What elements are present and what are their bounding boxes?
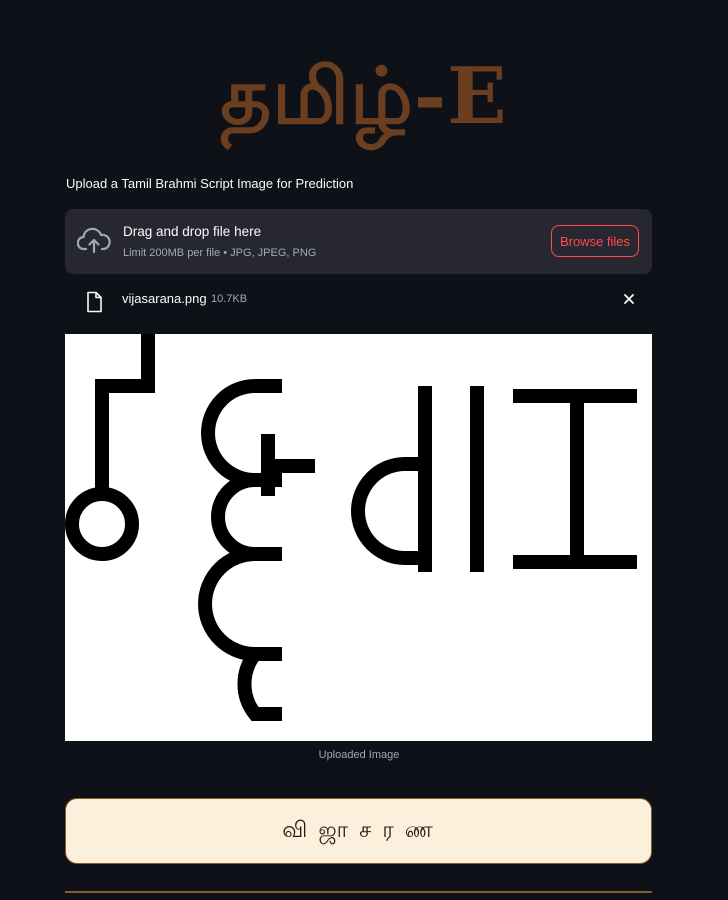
image-caption: Uploaded Image (318, 749, 400, 761)
page-title: தமிழ்-E (220, 51, 508, 142)
uploaded-file-row: vijasarana.png 10.7KB (65, 286, 652, 316)
upload-label: Upload a Tamil Brahmi Script Image for P… (66, 176, 354, 191)
file-dropzone[interactable]: Drag and drop file here Limit 200MB per … (65, 209, 652, 274)
browse-files-button[interactable]: Browse files (551, 225, 639, 257)
divider (65, 891, 652, 893)
app-container: தமிழ்-E Upload a Tamil Brahmi Script Ima… (0, 0, 728, 900)
file-name: vijasarana.png (122, 291, 207, 306)
prediction-result: வி ஜா ச ர ண (65, 798, 652, 864)
dropzone-title: Drag and drop file here (123, 224, 262, 239)
dropzone-limit: Limit 200MB per file • JPG, JPEG, PNG (123, 247, 317, 259)
tamil-brahmi-script-image (65, 334, 637, 721)
uploaded-image (65, 334, 652, 741)
file-icon (85, 291, 103, 313)
file-size: 10.7KB (211, 293, 248, 305)
cloud-upload-icon (76, 227, 111, 255)
close-icon[interactable] (620, 290, 638, 308)
